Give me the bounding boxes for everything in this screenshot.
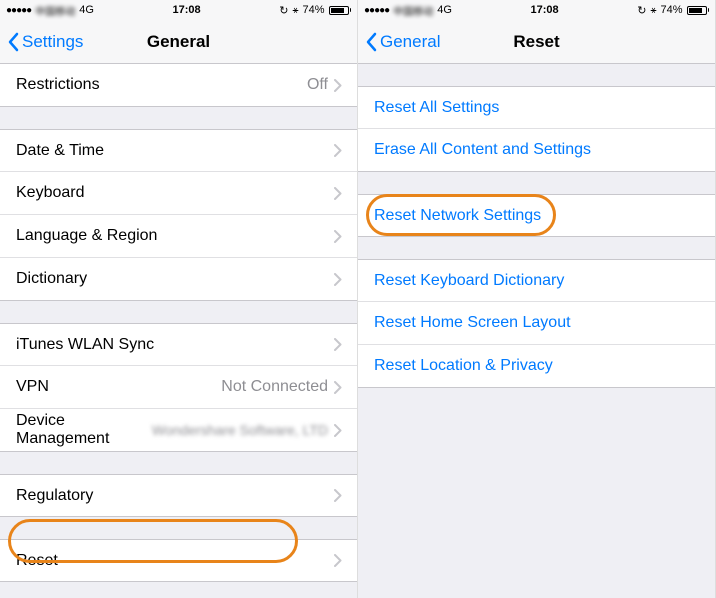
row-vpn[interactable]: VPN Not Connected [0, 366, 357, 409]
status-time: 17:08 [173, 4, 201, 16]
row-label: Reset Network Settings [374, 207, 541, 225]
nav-bar: Settings General [0, 20, 357, 64]
row-label: Keyboard [16, 184, 334, 202]
screen-reset: ●●●●● 中国移动 4G 17:08 ↻ ⚹ 74% General Rese… [358, 0, 716, 598]
row-langregion[interactable]: Language & Region [0, 215, 357, 258]
battery-icon [329, 6, 352, 15]
refresh-icon: ↻ [637, 4, 646, 17]
bluetooth-icon: ⚹ [292, 5, 298, 16]
row-dictionary[interactable]: Dictionary [0, 258, 357, 301]
row-reset[interactable]: Reset [0, 539, 357, 582]
row-label: Language & Region [16, 227, 334, 245]
row-reset-all-settings[interactable]: Reset All Settings [358, 86, 715, 129]
row-label: Reset [16, 552, 334, 570]
row-devicemgmt[interactable]: Device Management Wondershare Software, … [0, 409, 357, 452]
row-datetime[interactable]: Date & Time [0, 129, 357, 172]
chevron-right-icon [334, 424, 342, 437]
chevron-right-icon [334, 144, 342, 157]
row-reset-network[interactable]: Reset Network Settings [358, 194, 715, 237]
row-value: Not Connected [221, 378, 328, 396]
row-regulatory[interactable]: Regulatory [0, 474, 357, 517]
battery-pct: 74% [660, 4, 682, 16]
content-area: Restrictions Off Date & Time Keyboard La… [0, 64, 357, 598]
back-button[interactable]: Settings [0, 32, 83, 52]
back-button[interactable]: General [358, 32, 440, 52]
chevron-right-icon [334, 381, 342, 394]
row-label: Reset Home Screen Layout [374, 314, 571, 332]
row-label: VPN [16, 378, 221, 396]
signal-dots-icon: ●●●●● [6, 5, 31, 16]
signal-dots-icon: ●●●●● [364, 5, 389, 16]
chevron-left-icon [364, 32, 378, 52]
content-area: Reset All Settings Erase All Content and… [358, 64, 715, 598]
chevron-right-icon [334, 338, 342, 351]
row-label: Reset Location & Privacy [374, 357, 553, 375]
status-bar: ●●●●● 中国移动 4G 17:08 ↻ ⚹ 74% [0, 0, 357, 20]
screen-general: ●●●●● 中国移动 4G 17:08 ↻ ⚹ 74% Settings Gen… [0, 0, 358, 598]
battery-icon [687, 6, 710, 15]
chevron-right-icon [334, 489, 342, 502]
row-value: Wondershare Software, LTD [152, 422, 328, 438]
row-reset-keyboard[interactable]: Reset Keyboard Dictionary [358, 259, 715, 302]
row-label: Regulatory [16, 487, 334, 505]
chevron-right-icon [334, 79, 342, 92]
row-label: Reset All Settings [374, 99, 499, 117]
row-restrictions[interactable]: Restrictions Off [0, 64, 357, 107]
row-value: Off [307, 76, 328, 94]
row-label: Reset Keyboard Dictionary [374, 272, 564, 290]
back-label: Settings [22, 32, 83, 52]
chevron-right-icon [334, 230, 342, 243]
status-time: 17:08 [531, 4, 559, 16]
refresh-icon: ↻ [279, 4, 288, 17]
row-reset-homescreen[interactable]: Reset Home Screen Layout [358, 302, 715, 345]
row-label: Restrictions [16, 76, 307, 94]
row-label: Date & Time [16, 142, 334, 160]
chevron-left-icon [6, 32, 20, 52]
row-keyboard[interactable]: Keyboard [0, 172, 357, 215]
row-reset-location[interactable]: Reset Location & Privacy [358, 345, 715, 388]
chevron-right-icon [334, 554, 342, 567]
network-label: 4G [79, 4, 94, 16]
bluetooth-icon: ⚹ [650, 5, 656, 16]
row-label: Device Management [16, 412, 152, 448]
network-label: 4G [437, 4, 452, 16]
carrier-label: 中国移动 [393, 3, 433, 18]
row-label: Erase All Content and Settings [374, 141, 591, 159]
carrier-label: 中国移动 [35, 3, 75, 18]
battery-pct: 74% [302, 4, 324, 16]
nav-bar: General Reset [358, 20, 715, 64]
row-erase-all-content[interactable]: Erase All Content and Settings [358, 129, 715, 172]
row-label: iTunes WLAN Sync [16, 336, 334, 354]
row-ituneswlan[interactable]: iTunes WLAN Sync [0, 323, 357, 366]
chevron-right-icon [334, 187, 342, 200]
chevron-right-icon [334, 273, 342, 286]
status-bar: ●●●●● 中国移动 4G 17:08 ↻ ⚹ 74% [358, 0, 715, 20]
row-label: Dictionary [16, 270, 334, 288]
back-label: General [380, 32, 440, 52]
